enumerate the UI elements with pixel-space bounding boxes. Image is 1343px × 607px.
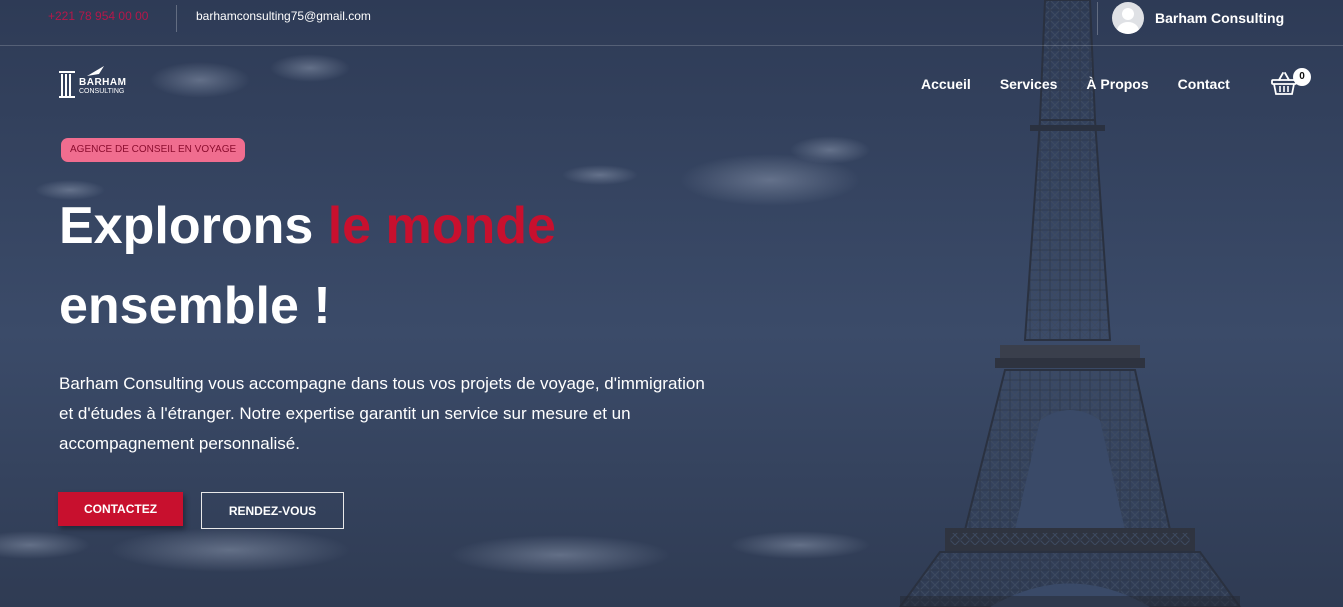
email-address[interactable]: barhamconsulting75@gmail.com: [196, 9, 371, 23]
nav-item-contact[interactable]: Contact: [1178, 76, 1230, 92]
nav-item-accueil[interactable]: Accueil: [921, 76, 971, 92]
logo-text-primary: BARHAM: [79, 77, 127, 88]
top-bar: +221 78 954 00 00 barhamconsulting75@gma…: [0, 0, 1343, 46]
headline-accent: le monde: [327, 197, 556, 255]
nav-item-a-propos[interactable]: À Propos: [1086, 76, 1148, 92]
nav-item-services[interactable]: Services: [1000, 76, 1058, 92]
topbar-divider: [176, 5, 177, 32]
cart-count-badge: 0: [1293, 68, 1311, 86]
headline-part1: Explorons: [59, 197, 328, 255]
hero-headline: Explorons le monde ensemble !: [59, 186, 759, 346]
hero-description: Barham Consulting vous accompagne dans t…: [59, 374, 705, 453]
hero-section: +221 78 954 00 00 barhamconsulting75@gma…: [0, 0, 1343, 607]
appointment-button[interactable]: RENDEZ-VOUS: [201, 492, 344, 529]
logo[interactable]: BARHAM CONSULTING: [59, 66, 134, 100]
logo-text-secondary: CONSULTING: [79, 88, 125, 95]
phone-number[interactable]: +221 78 954 00 00: [48, 9, 148, 23]
agency-tag: AGENCE DE CONSEIL EN VOYAGE: [61, 138, 246, 162]
contact-button[interactable]: CONTACTEZ: [58, 492, 183, 526]
user-account[interactable]: Barham Consulting: [1112, 2, 1284, 34]
topbar-divider-right: [1097, 2, 1098, 35]
headline-part2: ensemble !: [59, 277, 331, 335]
user-name[interactable]: Barham Consulting: [1155, 10, 1284, 26]
main-nav: Accueil Services À Propos Contact: [921, 76, 1259, 92]
user-avatar-icon[interactable]: [1112, 2, 1144, 34]
